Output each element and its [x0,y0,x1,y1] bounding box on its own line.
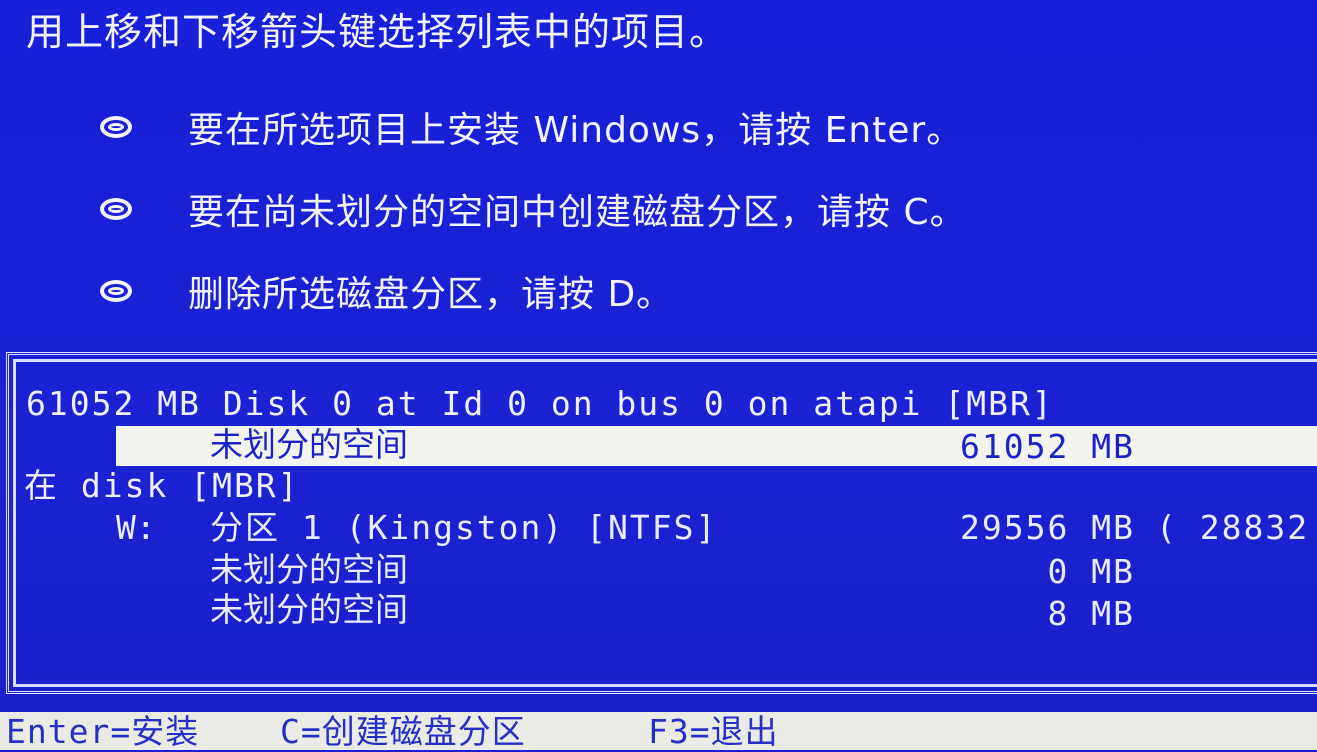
option-create-text: 要在尚未划分的空间中创建磁盘分区，请按 C。 [188,192,967,233]
options-list: 要在所选项目上安装 Windows，请按 Enter。 要在尚未划分的空间中创建… [96,86,1276,332]
option-install: 要在所选项目上安装 Windows，请按 Enter。 [96,86,1276,168]
status-create-key: C=创建磁盘分区 [280,712,526,751]
setup-screen: 用上移和下移箭头键选择列表中的项目。 要在所选项目上安装 Windows，请按 … [0,0,1317,751]
unpartitioned-size: 0 MB [1047,552,1135,591]
unpartitioned-row[interactable]: 未划分的空间 [210,590,408,630]
option-install-text: 要在所选项目上安装 Windows，请按 Enter。 [188,110,964,151]
option-delete: 删除所选磁盘分区，请按 D。 [96,250,1276,332]
bullet-icon [96,278,136,304]
partition-row[interactable]: 分区 1 (Kingston) [NTFS] [210,508,717,548]
option-create: 要在尚未划分的空间中创建磁盘分区，请按 C。 [96,168,1276,250]
status-bar: Enter=安装 C=创建磁盘分区 F3=退出 [0,712,1317,751]
bullet-icon [96,114,136,140]
bullet-icon [96,196,136,222]
disk2-label: 在 disk [MBR] [24,466,300,505]
partition-size: 29556 MB [960,508,1135,547]
selected-item-size[interactable]: 61052 MB [960,426,1135,468]
instruction-text: 用上移和下移箭头键选择列表中的项目。 [26,10,729,54]
disk-header: 61052 MB Disk 0 at Id 0 on bus 0 on atap… [26,384,1054,423]
unpartitioned-row[interactable]: 未划分的空间 [210,550,408,590]
status-install-key: Enter=安装 [6,712,200,751]
status-exit-key: F3=退出 [648,712,779,751]
selected-item-name[interactable]: 未划分的空间 [210,424,408,466]
partition-drive-letter: W: [116,508,156,547]
unpartitioned-size: 8 MB [1047,594,1135,633]
option-delete-text: 删除所选磁盘分区，请按 D。 [188,274,674,315]
partition-extra: ( 28832 [1156,508,1310,547]
